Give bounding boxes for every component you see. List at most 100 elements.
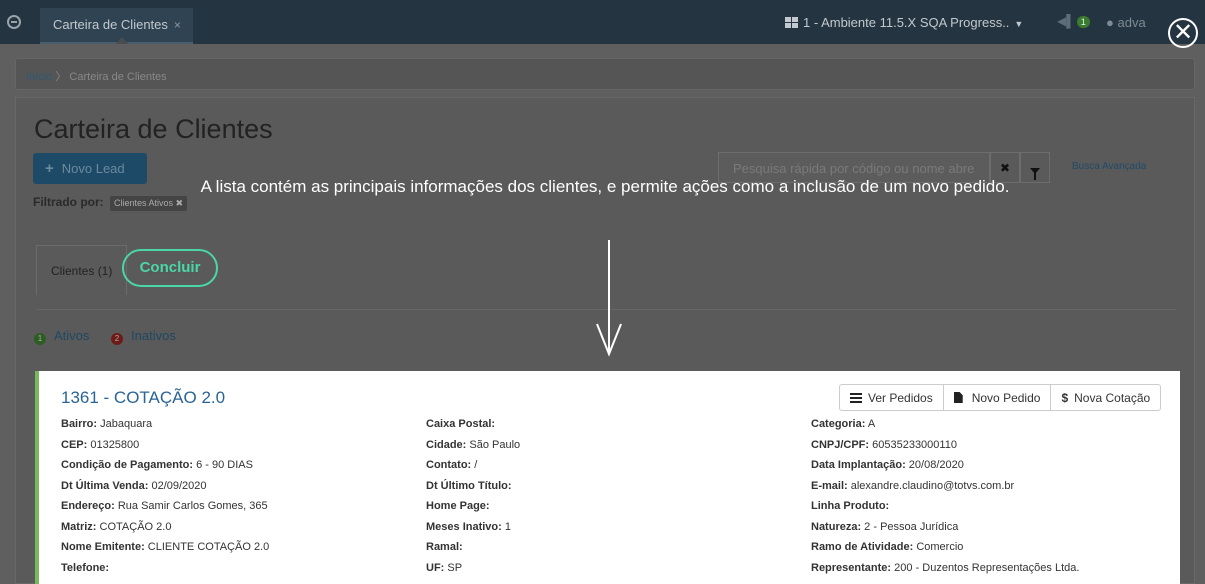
field-label: Categoria: bbox=[811, 418, 866, 430]
notification-badge: 1 bbox=[1076, 16, 1090, 28]
field-label: E-mail: bbox=[811, 479, 848, 492]
client-field: Representante: 200 - Duzentos Representa… bbox=[811, 562, 1079, 574]
field-label: Cidade: bbox=[426, 438, 467, 451]
app-logo-icon[interactable] bbox=[7, 15, 21, 29]
breadcrumb-separator: 〉 bbox=[55, 71, 67, 83]
tab-clientes[interactable]: Clientes (1) bbox=[36, 245, 127, 295]
field-label: CNPJ/CPF: bbox=[811, 438, 870, 451]
active-tab-caret bbox=[116, 37, 128, 44]
breadcrumb: Início 〉 Carteira de Clientes bbox=[15, 58, 1195, 90]
field-label: Dt Última Venda: bbox=[61, 479, 149, 492]
user-menu[interactable]: ● adva bbox=[1106, 15, 1146, 30]
ativos-label[interactable]: Ativos bbox=[54, 328, 89, 343]
environment-label: 1 - Ambiente 11.5.X SQA Progress.. bbox=[803, 15, 1010, 30]
tour-arrow-icon bbox=[596, 240, 622, 357]
busca-avancada-link[interactable]: Busca Avançada bbox=[1072, 161, 1146, 172]
document-icon bbox=[953, 392, 963, 403]
field-value: A bbox=[865, 418, 876, 430]
client-field: UF: SP bbox=[426, 562, 462, 574]
client-field: Condição de Pagamento: 6 - 90 DIAS bbox=[61, 459, 253, 471]
megaphone-icon: ◀▌ bbox=[1057, 14, 1075, 28]
field-value: SP bbox=[444, 561, 463, 574]
inativos-label[interactable]: Inativos bbox=[131, 328, 176, 343]
card-actions: Ver Pedidos Novo Pedido $ Nova Cotação bbox=[839, 384, 1162, 411]
field-label: Natureza: bbox=[811, 520, 862, 533]
field-value: 20/08/2020 bbox=[905, 459, 964, 471]
dollar-icon: $ bbox=[1061, 391, 1069, 405]
tab-label: Carteira de Clientes bbox=[53, 17, 168, 32]
field-label: Meses Inativo: bbox=[426, 520, 502, 533]
close-tour-icon[interactable]: ✕ bbox=[1168, 18, 1198, 48]
concluir-button[interactable]: Concluir bbox=[122, 249, 218, 287]
field-label: UF: bbox=[426, 561, 445, 574]
field-label: Nome Emitente: bbox=[61, 541, 145, 553]
ver-pedidos-button[interactable]: Ver Pedidos bbox=[840, 385, 943, 410]
field-label: Caixa Postal: bbox=[426, 418, 496, 430]
filtrado-label: Filtrado por: bbox=[33, 195, 104, 209]
field-label: Data Implantação: bbox=[811, 459, 906, 471]
client-field: Dt Última Venda: 02/09/2020 bbox=[61, 480, 207, 492]
novo-pedido-label: Novo Pedido bbox=[971, 391, 1041, 405]
client-field: Meses Inativo: 1 bbox=[426, 521, 511, 533]
field-value: Jabaquara bbox=[97, 418, 153, 430]
field-value: 02/09/2020 bbox=[148, 479, 207, 492]
field-value: Comercio bbox=[913, 541, 964, 553]
field-label: CEP: bbox=[61, 438, 88, 451]
client-field: Bairro: Jabaquara bbox=[61, 418, 152, 430]
client-field: CEP: 01325800 bbox=[61, 439, 139, 451]
notifications-button[interactable]: ◀▌ 1 bbox=[1057, 14, 1090, 28]
caret-down-icon: ▼ bbox=[1014, 19, 1024, 29]
nova-cotacao-button[interactable]: $ Nova Cotação bbox=[1050, 385, 1160, 410]
client-field: Categoria: A bbox=[811, 418, 875, 430]
inativos-badge: 2 bbox=[111, 333, 124, 345]
client-field: Linha Produto: bbox=[811, 500, 889, 512]
field-label: Bairro: bbox=[61, 418, 98, 430]
grid-icon bbox=[785, 17, 798, 28]
breadcrumb-home[interactable]: Início bbox=[26, 71, 52, 83]
client-field: Endereço: Rua Samir Carlos Gomes, 365 bbox=[61, 500, 268, 512]
client-field: Caixa Postal: bbox=[426, 418, 495, 430]
client-field: Nome Emitente: CLIENTE COTAÇÃO 2.0 bbox=[61, 541, 269, 553]
field-value: COTAÇÃO 2.0 bbox=[96, 520, 172, 533]
client-field: Ramo de Atividade: Comercio bbox=[811, 541, 963, 553]
page-title: Carteira de Clientes bbox=[34, 114, 273, 144]
field-value: 200 - Duzentos Representações Ltda. bbox=[891, 561, 1080, 574]
user-name: adva bbox=[1117, 15, 1146, 30]
field-value: Rua Samir Carlos Gomes, 365 bbox=[114, 500, 268, 512]
client-field: Data Implantação: 20/08/2020 bbox=[811, 459, 964, 471]
tour-message: A lista contém as principais informações… bbox=[200, 177, 1010, 196]
field-label: Linha Produto: bbox=[811, 500, 890, 512]
client-field: E-mail: alexandre.claudino@totvs.com.br bbox=[811, 480, 1014, 492]
client-field: Telefone: bbox=[61, 562, 109, 574]
environment-selector[interactable]: 1 - Ambiente 11.5.X SQA Progress.. ▼ bbox=[785, 15, 1023, 30]
field-label: Dt Último Título: bbox=[426, 479, 512, 492]
field-label: Telefone: bbox=[61, 561, 110, 574]
field-label: Condição de Pagamento: bbox=[61, 459, 194, 471]
field-value: 01325800 bbox=[87, 438, 140, 451]
client-card: 1361 - COTAÇÃO 2.0 Ver Pedidos Novo Pedi… bbox=[35, 371, 1180, 584]
client-field: Natureza: 2 - Pessoa Jurídica bbox=[811, 521, 958, 533]
field-value: 60535233000110 bbox=[869, 438, 957, 451]
ver-pedidos-label: Ver Pedidos bbox=[868, 391, 933, 405]
ativos-badge: 1 bbox=[34, 333, 46, 345]
list-icon bbox=[850, 393, 862, 403]
plus-icon: + bbox=[45, 160, 54, 177]
user-icon: ● bbox=[1106, 15, 1114, 30]
client-field: Home Page: bbox=[426, 500, 490, 512]
client-title-link[interactable]: 1361 - COTAÇÃO 2.0 bbox=[61, 388, 225, 408]
client-field: Ramal: bbox=[426, 541, 463, 553]
client-field: Cidade: São Paulo bbox=[426, 439, 520, 451]
top-navbar: Carteira de Clientes × 1 - Ambiente 11.5.… bbox=[0, 0, 1205, 44]
nova-cotacao-label: Nova Cotação bbox=[1074, 391, 1151, 405]
field-value: alexandre.claudino@totvs.com.br bbox=[847, 479, 1015, 492]
novo-pedido-button[interactable]: Novo Pedido bbox=[942, 385, 1051, 410]
novo-lead-label: Novo Lead bbox=[61, 161, 125, 176]
client-field: Dt Último Título: bbox=[426, 480, 512, 492]
field-label: Contato: bbox=[426, 459, 472, 471]
field-value: 2 - Pessoa Jurídica bbox=[861, 520, 959, 533]
field-label: Matriz: bbox=[61, 520, 97, 533]
field-value: CLIENTE COTAÇÃO 2.0 bbox=[144, 541, 270, 553]
tab-close-icon[interactable]: × bbox=[174, 18, 181, 32]
field-value: São Paulo bbox=[466, 438, 521, 451]
field-label: Home Page: bbox=[426, 500, 490, 512]
